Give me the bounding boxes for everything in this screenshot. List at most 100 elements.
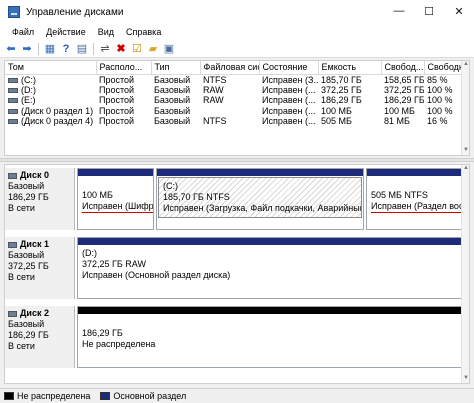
properties-sheet-icon[interactable]: ▣ (162, 42, 176, 56)
volume-status: Исправен (... (262, 116, 316, 127)
disk-size: 186,29 ГБ (8, 192, 49, 202)
disk-size: 186,29 ГБ (8, 330, 49, 340)
column-header-free-space[interactable]: Свобод... (381, 61, 425, 75)
delete-icon[interactable]: ✖ (114, 42, 128, 56)
volume-status: Исправен (... (262, 95, 316, 106)
volume-filesystem: RAW (203, 95, 224, 106)
legend-label: Основной раздел (113, 391, 187, 401)
disk-type: Базовый (8, 181, 45, 191)
partition-band (78, 307, 462, 314)
partition-c[interactable]: (C:) 185,70 ГБ NTFS Исправен (Загрузка, … (156, 168, 364, 230)
table-row[interactable]: (C:) Простой Базовый NTFS Исправен (З...… (5, 74, 465, 85)
volume-capacity: 186,29 ГБ (321, 95, 362, 106)
partition-band (78, 238, 462, 245)
volume-table-header: Том Располо... Тип Файловая сис... Состо… (5, 61, 466, 75)
disk-info[interactable]: Диск 0 Базовый 186,29 ГБ В сети (5, 168, 75, 230)
legend: Не распределена Основной раздел (0, 388, 474, 403)
volume-filesystem: NTFS (203, 74, 227, 85)
volume-list: Том Располо... Тип Файловая сис... Состо… (4, 60, 470, 156)
column-header-status[interactable]: Состояние (259, 61, 319, 75)
partition-size: 186,29 ГБ (82, 328, 123, 338)
partition-label (82, 317, 458, 328)
volume-icon (8, 108, 18, 114)
volume-free: 158,65 ГБ (384, 74, 424, 85)
volume-free: 372,25 ГБ (384, 84, 424, 95)
volume-type: Базовый (154, 95, 191, 106)
volume-layout: Простой (99, 116, 135, 127)
column-header-volume[interactable]: Том (5, 61, 97, 75)
disk-icon (8, 172, 17, 179)
column-header-type[interactable]: Тип (151, 61, 201, 75)
scroll-down-icon[interactable]: ▼ (462, 375, 469, 383)
disk-name: Диск 1 (20, 239, 49, 249)
scroll-down-icon[interactable]: ▼ (462, 147, 469, 155)
column-header-filesystem[interactable]: Файловая сис... (200, 61, 260, 75)
checklist-icon[interactable]: ☑ (130, 42, 144, 56)
disk-info[interactable]: Диск 1 Базовый 372,25 ГБ В сети (5, 237, 75, 299)
partition-band (367, 169, 462, 176)
partition-label: (D:) (82, 248, 97, 258)
column-header-free-percent[interactable]: Свободно % (424, 61, 466, 75)
disk-status: В сети (8, 341, 35, 351)
menu-action[interactable]: Действие (40, 27, 92, 37)
partition-d[interactable]: (D:) 372,25 ГБ RAW Исправен (Основной ра… (77, 237, 463, 299)
minimize-button[interactable]: — (384, 0, 414, 22)
scroll-up-icon[interactable]: ▲ (462, 61, 469, 69)
forward-arrow-icon[interactable]: ➡ (20, 42, 34, 56)
toolbar-separator (93, 42, 94, 55)
volume-table: Том Располо... Тип Файловая сис... Состо… (5, 61, 466, 127)
menu-file[interactable]: Файл (6, 27, 40, 37)
disk-status: В сети (8, 203, 35, 213)
pane-splitter[interactable] (0, 158, 474, 162)
volume-list-scrollbar[interactable]: ▲ ▼ (461, 61, 469, 155)
volume-status: Исправен (... (262, 84, 316, 95)
volume-capacity: 100 МБ (321, 105, 352, 116)
disk-info[interactable]: Диск 2 Базовый 186,29 ГБ В сети (5, 306, 75, 368)
volume-layout: Простой (99, 84, 135, 95)
scroll-up-icon[interactable]: ▲ (462, 165, 469, 173)
disk-2-row: Диск 2 Базовый 186,29 ГБ В сети 186,29 Г… (5, 306, 469, 368)
partition-system-reserved[interactable]: 100 МБ Исправен (Шифро (77, 168, 154, 230)
volume-name: (E:) (21, 95, 36, 106)
table-row[interactable]: (Диск 0 раздел 4) Простой Базовый NTFS И… (5, 116, 465, 127)
volume-name: (Диск 0 раздел 1) (21, 105, 94, 116)
disk-map-scrollbar[interactable]: ▲ ▼ (461, 165, 469, 383)
close-icon: ✕ (454, 5, 464, 18)
maximize-button[interactable]: ☐ (414, 0, 444, 22)
folder-open-icon[interactable]: ▰ (146, 42, 160, 56)
menu-help[interactable]: Справка (120, 27, 167, 37)
volume-free-percent: 100 % (427, 105, 453, 116)
help-icon[interactable]: ? (59, 42, 73, 56)
volume-free-percent: 85 % (427, 74, 448, 85)
column-header-capacity[interactable]: Емкость (318, 61, 382, 75)
connect-disk-icon[interactable]: ⇌ (98, 42, 112, 56)
menu-view[interactable]: Вид (92, 27, 120, 37)
window-title: Управление дисками (26, 6, 124, 18)
volume-type: Базовый (154, 116, 191, 127)
partition-label (371, 179, 458, 190)
menu-bar: Файл Действие Вид Справка (0, 24, 474, 40)
close-button[interactable]: ✕ (444, 0, 474, 22)
unallocated-space[interactable]: 186,29 ГБ Не распределена (77, 306, 463, 368)
maximize-icon: ☐ (424, 5, 434, 18)
partition-status: Не распределена (82, 339, 156, 349)
column-header-layout[interactable]: Располо... (96, 61, 152, 75)
legend-label: Не распределена (17, 391, 91, 401)
volume-free-percent: 100 % (427, 95, 453, 106)
show-hide-pane-icon[interactable]: ▤ (75, 42, 89, 56)
volume-filesystem: RAW (203, 84, 224, 95)
volume-name: (D:) (21, 84, 36, 95)
volume-icon (8, 87, 18, 93)
table-row[interactable]: (E:) Простой Базовый RAW Исправен (... 1… (5, 95, 465, 106)
volume-capacity: 185,70 ГБ (321, 74, 362, 85)
properties-icon[interactable]: ▦ (43, 42, 57, 56)
partition-recovery[interactable]: 505 МБ NTFS Исправен (Раздел восстан (366, 168, 463, 230)
disk-name: Диск 2 (20, 308, 49, 318)
minimize-icon: — (393, 5, 405, 17)
table-row[interactable]: (D:) Простой Базовый RAW Исправен (... 3… (5, 85, 465, 96)
partition-status: Исправен (Раздел восстан (371, 201, 462, 213)
back-arrow-icon[interactable]: ⬅ (4, 42, 18, 56)
table-row[interactable]: (Диск 0 раздел 1) Простой Базовый Исправ… (5, 106, 465, 117)
volume-free: 100 МБ (384, 105, 415, 116)
volume-layout: Простой (99, 105, 135, 116)
